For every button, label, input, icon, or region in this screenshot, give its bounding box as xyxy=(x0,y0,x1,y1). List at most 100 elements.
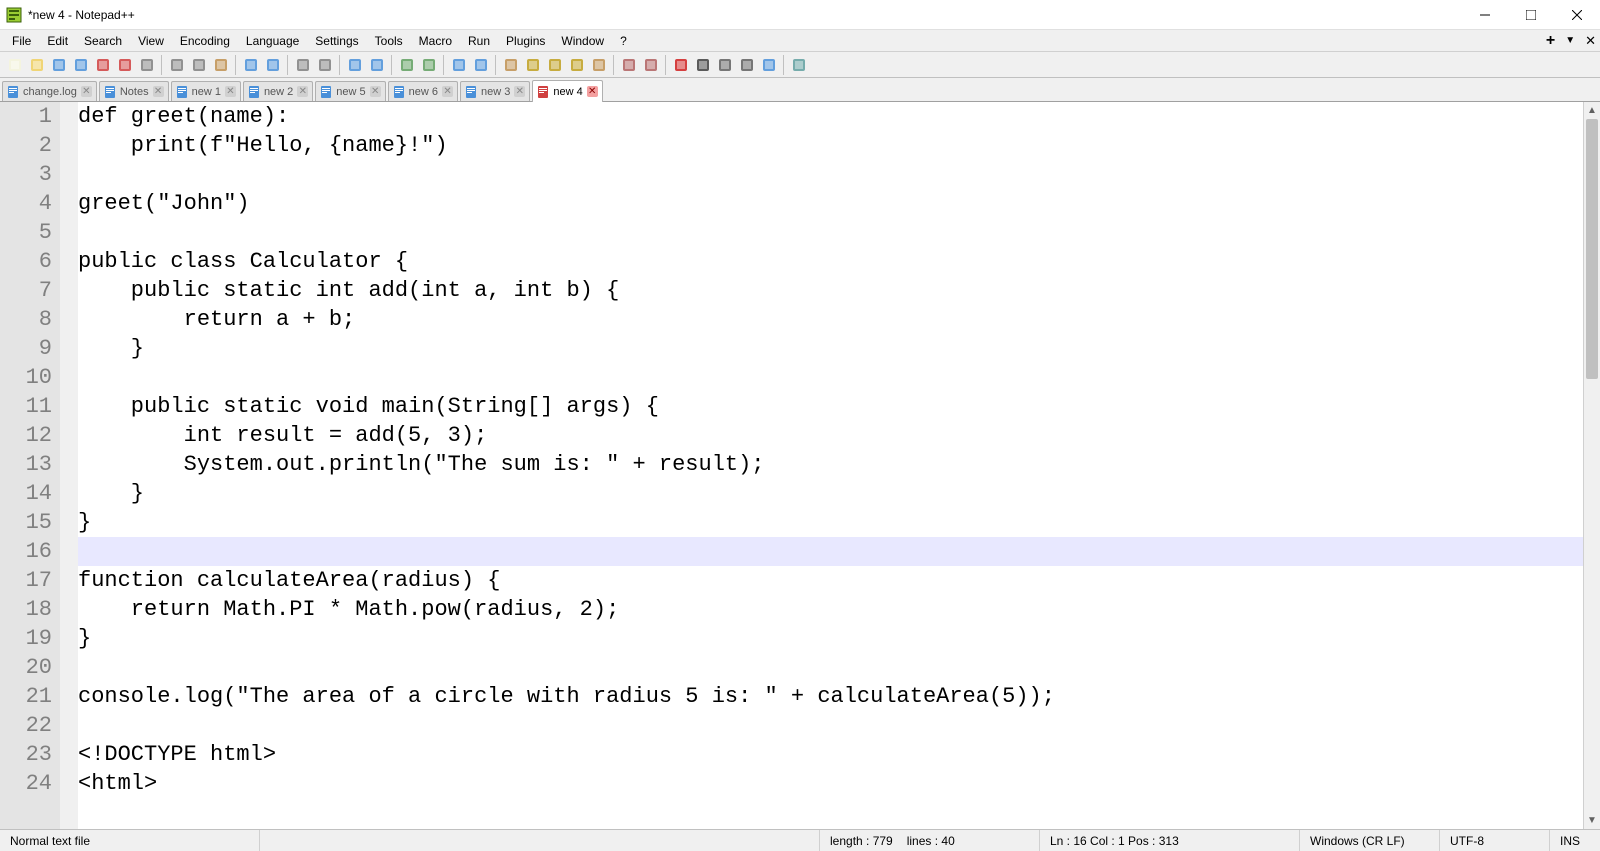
code-line[interactable]: print(f"Hello, {name}!") xyxy=(78,131,1583,160)
vertical-scrollbar[interactable]: ▲ ▼ xyxy=(1583,102,1600,829)
cut-icon[interactable] xyxy=(166,54,187,75)
code-line[interactable] xyxy=(78,537,1583,566)
status-encoding[interactable]: UTF-8 xyxy=(1440,830,1550,851)
code-line[interactable]: public static int add(int a, int b) { xyxy=(78,276,1583,305)
folder-workspace-icon[interactable] xyxy=(618,54,639,75)
menu-[interactable]: ? xyxy=(612,32,635,50)
sync-v-icon[interactable] xyxy=(396,54,417,75)
zoom-out-icon[interactable] xyxy=(366,54,387,75)
tab-close-icon[interactable]: ✕ xyxy=(587,86,598,97)
monitor-icon[interactable] xyxy=(640,54,661,75)
save-icon[interactable] xyxy=(48,54,69,75)
code-line[interactable]: return a + b; xyxy=(78,305,1583,334)
copy-icon[interactable] xyxy=(188,54,209,75)
wordwrap-icon[interactable] xyxy=(448,54,469,75)
code-line[interactable]: <html> xyxy=(78,769,1583,798)
paste-icon[interactable] xyxy=(210,54,231,75)
indent-guide-icon[interactable] xyxy=(500,54,521,75)
code-line[interactable]: def greet(name): xyxy=(78,102,1583,131)
maximize-button[interactable] xyxy=(1508,0,1554,30)
func-list-icon[interactable] xyxy=(588,54,609,75)
minimize-button[interactable] xyxy=(1462,0,1508,30)
menu-dropdown-icon[interactable]: ▼ xyxy=(1565,35,1575,46)
tab-new-5[interactable]: new 5✕ xyxy=(315,81,385,101)
tab-new-3[interactable]: new 3✕ xyxy=(460,81,530,101)
close-icon[interactable] xyxy=(92,54,113,75)
tab-change-log[interactable]: change.log✕ xyxy=(2,81,97,101)
code-line[interactable] xyxy=(78,653,1583,682)
tab-close-icon[interactable]: ✕ xyxy=(514,86,525,97)
tab-close-icon[interactable]: ✕ xyxy=(370,86,381,97)
sync-h-icon[interactable] xyxy=(418,54,439,75)
code-line[interactable]: System.out.println("The sum is: " + resu… xyxy=(78,450,1583,479)
find-icon[interactable] xyxy=(292,54,313,75)
tab-close-icon[interactable]: ✕ xyxy=(297,86,308,97)
play-multi-icon[interactable] xyxy=(736,54,757,75)
scroll-down-icon[interactable]: ▼ xyxy=(1584,812,1600,829)
undo-icon[interactable] xyxy=(240,54,261,75)
code-line[interactable] xyxy=(78,363,1583,392)
close-all-icon[interactable] xyxy=(114,54,135,75)
code-line[interactable]: int result = add(5, 3); xyxy=(78,421,1583,450)
open-file-icon[interactable] xyxy=(26,54,47,75)
menu-macro[interactable]: Macro xyxy=(411,32,460,50)
code-line[interactable]: console.log("The area of a circle with r… xyxy=(78,682,1583,711)
new-file-icon[interactable] xyxy=(4,54,25,75)
code-line[interactable]: function calculateArea(radius) { xyxy=(78,566,1583,595)
menu-settings[interactable]: Settings xyxy=(307,32,366,50)
code-line[interactable] xyxy=(78,160,1583,189)
tab-new-1[interactable]: new 1✕ xyxy=(171,81,241,101)
menu-x-icon[interactable]: ✕ xyxy=(1585,33,1596,49)
code-line[interactable]: } xyxy=(78,334,1583,363)
tab-close-icon[interactable]: ✕ xyxy=(81,86,92,97)
tab-close-icon[interactable]: ✕ xyxy=(442,86,453,97)
menu-encoding[interactable]: Encoding xyxy=(172,32,238,50)
editor[interactable]: 123456789101112131415161718192021222324 … xyxy=(0,102,1600,829)
scrollbar-thumb[interactable] xyxy=(1586,119,1598,379)
tab-new-4[interactable]: new 4✕ xyxy=(532,80,602,102)
code-line[interactable]: public static void main(String[] args) { xyxy=(78,392,1583,421)
save-all-icon[interactable] xyxy=(70,54,91,75)
code-line[interactable]: return Math.PI * Math.pow(radius, 2); xyxy=(78,595,1583,624)
tab-new-2[interactable]: new 2✕ xyxy=(243,81,313,101)
lang-icon[interactable] xyxy=(522,54,543,75)
menu-tools[interactable]: Tools xyxy=(367,32,411,50)
menu-plugins[interactable]: Plugins xyxy=(498,32,553,50)
menu-view[interactable]: View xyxy=(130,32,172,50)
redo-icon[interactable] xyxy=(262,54,283,75)
tab-notes[interactable]: Notes✕ xyxy=(99,81,169,101)
stop-icon[interactable] xyxy=(692,54,713,75)
tab-close-icon[interactable]: ✕ xyxy=(225,86,236,97)
tab-new-6[interactable]: new 6✕ xyxy=(388,81,458,101)
code-line[interactable]: } xyxy=(78,479,1583,508)
allchars-icon[interactable] xyxy=(470,54,491,75)
menu-search[interactable]: Search xyxy=(76,32,130,50)
play-icon[interactable] xyxy=(714,54,735,75)
save-macro-icon[interactable] xyxy=(758,54,779,75)
tab-close-icon[interactable]: ✕ xyxy=(153,86,164,97)
close-window-button[interactable] xyxy=(1554,0,1600,30)
code-line[interactable]: greet("John") xyxy=(78,189,1583,218)
spellcheck-icon[interactable] xyxy=(788,54,809,75)
doc-list-icon[interactable] xyxy=(566,54,587,75)
code-line[interactable]: } xyxy=(78,508,1583,537)
record-icon[interactable] xyxy=(670,54,691,75)
replace-icon[interactable] xyxy=(314,54,335,75)
new-tab-plus-icon[interactable]: + xyxy=(1546,32,1555,50)
menu-window[interactable]: Window xyxy=(553,32,612,50)
code-line[interactable]: } xyxy=(78,624,1583,653)
status-eol[interactable]: Windows (CR LF) xyxy=(1300,830,1440,851)
scroll-up-icon[interactable]: ▲ xyxy=(1584,102,1600,119)
menu-edit[interactable]: Edit xyxy=(39,32,76,50)
code-line[interactable]: <!DOCTYPE html> xyxy=(78,740,1583,769)
zoom-in-icon[interactable] xyxy=(344,54,365,75)
menu-run[interactable]: Run xyxy=(460,32,498,50)
code-area[interactable]: def greet(name): print(f"Hello, {name}!"… xyxy=(78,102,1583,829)
code-line[interactable] xyxy=(78,218,1583,247)
status-mode[interactable]: INS xyxy=(1550,830,1600,851)
menu-language[interactable]: Language xyxy=(238,32,307,50)
doc-map-icon[interactable] xyxy=(544,54,565,75)
print-icon[interactable] xyxy=(136,54,157,75)
menu-file[interactable]: File xyxy=(4,32,39,50)
code-line[interactable]: public class Calculator { xyxy=(78,247,1583,276)
